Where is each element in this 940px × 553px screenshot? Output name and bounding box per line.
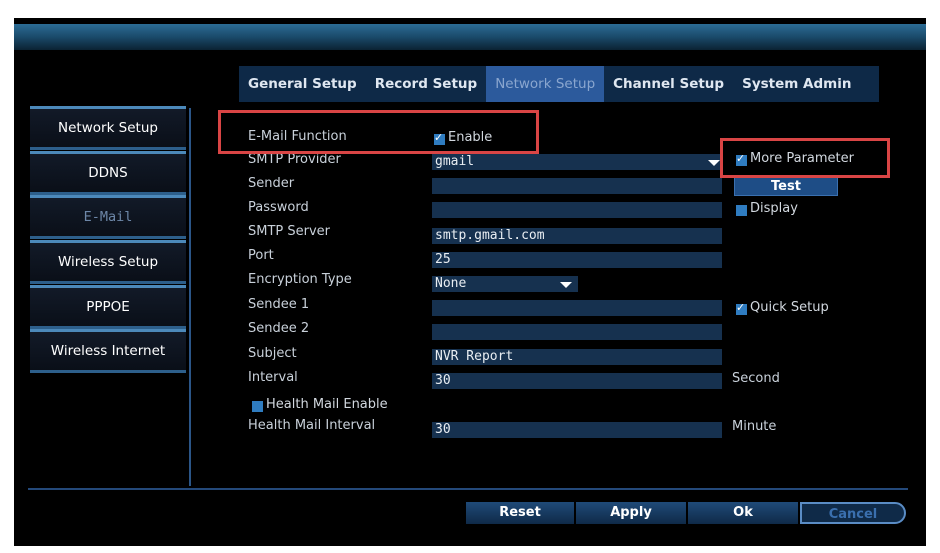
quick-setup-checkbox[interactable] <box>736 301 747 315</box>
sender-label: Sender <box>248 176 295 191</box>
sidebar-item-email[interactable]: E-Mail <box>30 195 186 239</box>
highlight-box-more-parameter <box>720 138 890 178</box>
tab-system-admin[interactable]: System Admin <box>733 66 860 102</box>
smtp-server-input[interactable]: smtp.gmail.com <box>432 228 722 244</box>
footer-button-bar: Reset Apply Ok Cancel <box>466 502 906 524</box>
sidebar-item-wireless-internet[interactable]: Wireless Internet <box>30 329 186 373</box>
sendee1-input[interactable] <box>432 300 722 316</box>
footer-divider <box>28 488 908 490</box>
title-bar <box>14 24 926 50</box>
sendee2-label: Sendee 2 <box>248 321 310 336</box>
smtp-provider-label: SMTP Provider <box>248 152 341 167</box>
port-input[interactable]: 25 <box>432 252 722 268</box>
sidebar-item-wireless-setup[interactable]: Wireless Setup <box>30 240 186 284</box>
password-label: Password <box>248 200 309 215</box>
sidebar-divider <box>189 108 191 486</box>
smtp-provider-chevron-down-icon[interactable] <box>708 160 720 166</box>
health-mail-interval-input[interactable]: 30 <box>432 422 722 438</box>
health-mail-interval-unit: Minute <box>732 419 777 434</box>
reset-button[interactable]: Reset <box>466 502 576 524</box>
subject-input[interactable]: NVR Report <box>432 349 722 365</box>
highlight-box-email-function <box>218 110 539 154</box>
quick-setup-label: Quick Setup <box>750 300 829 315</box>
cancel-button[interactable]: Cancel <box>800 502 906 524</box>
interval-unit: Second <box>732 371 780 386</box>
smtp-server-label: SMTP Server <box>248 224 331 239</box>
smtp-provider-select[interactable]: gmail <box>432 154 722 170</box>
test-button[interactable]: Test <box>734 177 838 196</box>
tab-channel-setup[interactable]: Channel Setup <box>604 66 733 102</box>
subject-label: Subject <box>248 346 297 361</box>
port-label: Port <box>248 248 274 263</box>
ok-button[interactable]: Ok <box>688 502 800 524</box>
display-label: Display <box>750 201 798 216</box>
encryption-chevron-down-icon[interactable] <box>560 282 572 288</box>
health-mail-enable-label: Health Mail Enable <box>266 397 388 412</box>
interval-label: Interval <box>248 370 298 385</box>
sidebar-item-ddns[interactable]: DDNS <box>30 151 186 195</box>
sendee1-label: Sendee 1 <box>248 297 310 312</box>
encryption-type-label: Encryption Type <box>248 272 352 287</box>
sendee2-input[interactable] <box>432 324 722 340</box>
health-mail-enable-checkbox[interactable] <box>252 401 263 412</box>
top-tab-bar: General Setup Record Setup Network Setup… <box>239 66 879 102</box>
encryption-type-select[interactable]: None <box>432 276 578 292</box>
tab-network-setup[interactable]: Network Setup <box>486 66 605 102</box>
password-input[interactable] <box>432 202 722 218</box>
interval-input[interactable]: 30 <box>432 373 722 389</box>
tab-general-setup[interactable]: General Setup <box>239 66 366 102</box>
sender-input[interactable] <box>432 178 722 194</box>
nvr-settings-screen: General Setup Record Setup Network Setup… <box>14 18 926 546</box>
tab-record-setup[interactable]: Record Setup <box>366 66 486 102</box>
sidebar-item-pppoe[interactable]: PPPOE <box>30 285 186 329</box>
display-checkbox[interactable] <box>736 205 747 216</box>
health-mail-interval-label: Health Mail Interval <box>248 418 376 433</box>
apply-button[interactable]: Apply <box>576 502 688 524</box>
sidebar-item-network-setup[interactable]: Network Setup <box>30 106 186 150</box>
